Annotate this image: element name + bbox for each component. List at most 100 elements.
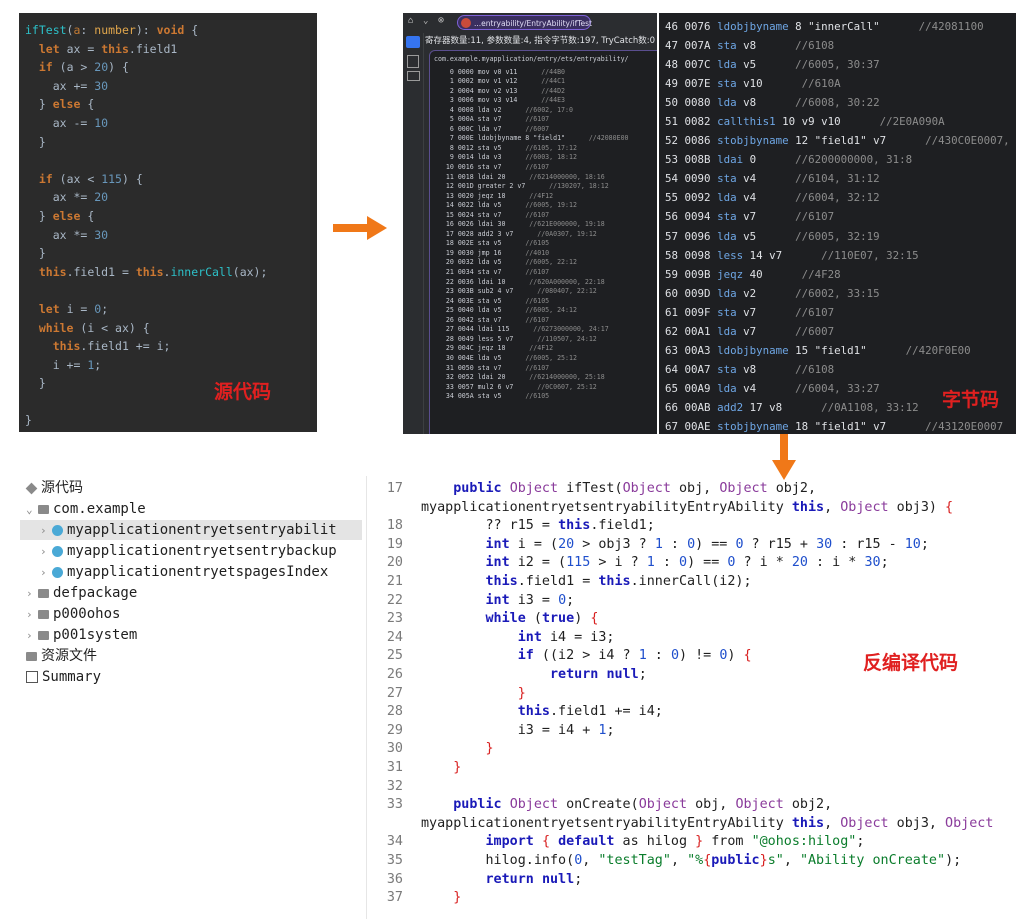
decompiled-line: 32	[386, 778, 403, 794]
bytecode-line: 53 008B ldai 0 //6200000000, 31:8	[665, 153, 913, 167]
source-line: } else {	[25, 97, 95, 112]
bytecode-line: 21 0034 sta v7 //6107	[434, 268, 550, 277]
chevron-down-icon[interactable]: ⌄	[423, 16, 428, 26]
bytecode-line: 34 005A sta v5 //6105	[434, 392, 550, 401]
tree-item[interactable]: › p000ohos	[20, 604, 362, 624]
bytecode-line: 25 0040 lda v5 //6005, 24:12	[434, 306, 577, 315]
bytecode-line: 9 0014 lda v3 //6003, 18:12	[434, 153, 577, 162]
bytecode-line: 56 0094 sta v7 //6107	[665, 210, 835, 224]
bytecode-line: 32 0052 ldai 20 //6214000000, 25:18	[434, 373, 605, 382]
bytecode-line: 28 0049 less 5 v7 //110507, 24:12	[434, 334, 597, 343]
bytecode-line: 0 0000 mov v0 v11 //44B0	[434, 67, 566, 76]
decompiled-line: 23 while (true) {	[386, 611, 599, 627]
source-line: if (a > 20) {	[38, 60, 129, 75]
source-line: ax *= 20	[25, 190, 109, 205]
tree-item-label: 源代码	[41, 480, 83, 496]
source-code-panel: ifTest(a: number): void { let ax = this.…	[19, 13, 317, 432]
folder-icon	[38, 588, 49, 598]
decompiled-line: 30 }	[386, 741, 494, 757]
file-icon[interactable]	[407, 55, 419, 68]
resource-folder-icon	[26, 651, 37, 661]
source-line: if (ax < 115) {	[38, 171, 143, 186]
bytecode-line: 54 0090 sta v4 //6104, 31:12	[665, 172, 880, 186]
bytecode-lines: 0 0000 mov v0 v11 //44B0 1 0002 mov v1 v…	[430, 65, 657, 402]
tree-item[interactable]: 源代码	[20, 478, 362, 498]
project-tree: 源代码 ⌄ com.example › myapplicationentryetsent…	[20, 478, 362, 698]
tree-item[interactable]: › myapplicationentryetsentryabilit	[20, 520, 362, 540]
bytecode-line: 17 0028 add2 3 v7 //0A0307, 19:12	[434, 229, 597, 238]
bytecode-line: 59 009B jeqz 40 //4F28	[665, 267, 841, 281]
tree-item[interactable]: › p001system	[20, 625, 362, 645]
chevron-right-icon[interactable]: ›	[26, 584, 38, 604]
chevron-right-icon[interactable]: ›	[26, 605, 38, 625]
decompiled-line: 21 this.field1 = this.innerCall(i2);	[386, 574, 752, 589]
decompiled-line: 17 public Object ifTest(Object obj, Obje…	[386, 481, 817, 496]
bytecode-line: 26 0042 sta v7 //6107	[434, 315, 550, 324]
decompiled-line: 31 }	[386, 760, 462, 775]
tree-item-label: myapplicationentryetsentrybackup	[67, 543, 337, 559]
source-line	[25, 151, 317, 170]
decompiled-line: 35 hilog.info(0, "testTag", "%{public}s"…	[386, 853, 962, 868]
bytecode-line: 5 000A sta v7 //6107	[434, 115, 550, 124]
source-line: ifTest(a: number): void {	[25, 23, 199, 37]
bytecode-continued: 46 0076 ldobjbyname 8 "innerCall" //4208…	[659, 13, 1016, 434]
bytecode-line: 22 0036 ldai 10 //620A000000, 22:18	[434, 277, 605, 286]
bytecode-line: 29 004C jeqz 18 //4F12	[434, 344, 554, 353]
folder-icon	[38, 504, 49, 514]
decompiled-line: 18 ?? r15 = this.field1;	[386, 518, 655, 534]
bytecode-line: 46 0076 ldobjbyname 8 "innerCall" //4208…	[665, 20, 984, 33]
decompiled-line: 29 i3 = i4 + 1;	[386, 722, 615, 738]
tree-item-label: Summary	[42, 669, 102, 685]
source-line: }	[25, 134, 46, 149]
chevron-right-icon[interactable]: ›	[40, 521, 52, 541]
bytecode-window: ⌂ ⌄ ⊗ ...entryability/EntryAbility/ifTes…	[403, 13, 657, 434]
bytecode-line: 8 0012 sta v5 //6105, 17:12	[434, 143, 577, 152]
bytecode-line: 16 0026 ldai 30 //621E000000, 19:18	[434, 220, 605, 229]
bytecode-line: 14 0022 lda v5 //6005, 19:12	[434, 201, 577, 210]
bytecode-line: 57 0096 lda v5 //6005, 32:19	[665, 229, 880, 243]
source-line: while (i < ax) {	[38, 320, 150, 335]
decompiled-code-panel: 17 public Object ifTest(Object obj, Obje…	[366, 476, 1017, 919]
tree-item-label: p000ohos	[53, 606, 121, 622]
decompiled-label: 反编译代码	[863, 652, 959, 674]
bytecode-line: 24 003E sta v5 //6105	[434, 296, 550, 305]
arrow-down-icon	[772, 434, 796, 480]
bytecode-line: 6 000C lda v7 //6007	[434, 124, 550, 133]
tree-item[interactable]: Summary	[20, 667, 362, 687]
tree-item-label: myapplicationentryetsentryabilit	[67, 522, 337, 538]
source-line: let ax = this.field1	[38, 41, 178, 56]
tree-item[interactable]: › myapplicationentryetsentrybackup	[20, 541, 362, 561]
decompiled-line: myapplicationentryetsentryabilityEntryAb…	[421, 815, 994, 831]
bytecode-line: 51 0082 callthis1 10 v9 v10 //2E0A090A	[665, 115, 945, 129]
project-icon[interactable]	[406, 36, 420, 48]
bytecode-line: 31 0050 sta v7 //6107	[434, 363, 550, 372]
tree-item-label: com.example	[53, 501, 146, 517]
tree-item[interactable]: 资源文件	[20, 646, 362, 666]
chevron-right-icon[interactable]: ›	[40, 563, 52, 583]
bytecode-line: 15 0024 sta v7 //6107	[434, 210, 550, 219]
bytecode-line: 4 0008 lda v2 //6002, 17:0	[434, 105, 573, 114]
tree-item[interactable]: › defpackage	[20, 583, 362, 603]
decompiled-line: 20 int i2 = (115 > i ? 1 : 0) == 0 ? i *…	[386, 555, 889, 571]
close-icon[interactable]: ⊗	[438, 15, 444, 26]
source-line: this.field1 += i;	[52, 339, 171, 354]
bytecode-listing: com.example.myapplication/entry/ets/entr…	[429, 50, 657, 434]
bytecode-line: 11 0018 ldai 20 //6214000000, 18:16	[434, 172, 605, 181]
source-line: let i = 0;	[38, 301, 109, 316]
bytecode-line: 60 009D lda v2 //6002, 33:15	[665, 286, 880, 300]
tree-item[interactable]: ⌄ com.example	[20, 499, 362, 519]
tree-item[interactable]: › myapplicationentryetspagesIndex	[20, 562, 362, 582]
folder-icon[interactable]	[407, 71, 420, 81]
home-icon[interactable]: ⌂	[408, 16, 413, 26]
class-icon	[52, 545, 63, 557]
chevron-right-icon[interactable]: ›	[40, 542, 52, 562]
source-line: i += 1;	[25, 357, 102, 372]
bytecode-line: 10 0016 sta v7 //6107	[434, 163, 550, 172]
chevron-right-icon[interactable]: ›	[26, 626, 38, 646]
tab-iftest[interactable]: ...entryability/EntryAbility/ifTest	[457, 15, 592, 30]
bytecode-line: 1 0002 mov v1 v12 //44C1	[434, 77, 566, 86]
bytecode-line: 50 0080 lda v8 //6008, 30:22	[665, 96, 880, 110]
class-icon	[52, 566, 63, 578]
bytecode-line: 27 0044 ldai 115 //6273000000, 24:17	[434, 325, 609, 334]
chevron-down-icon[interactable]: ⌄	[26, 500, 38, 520]
